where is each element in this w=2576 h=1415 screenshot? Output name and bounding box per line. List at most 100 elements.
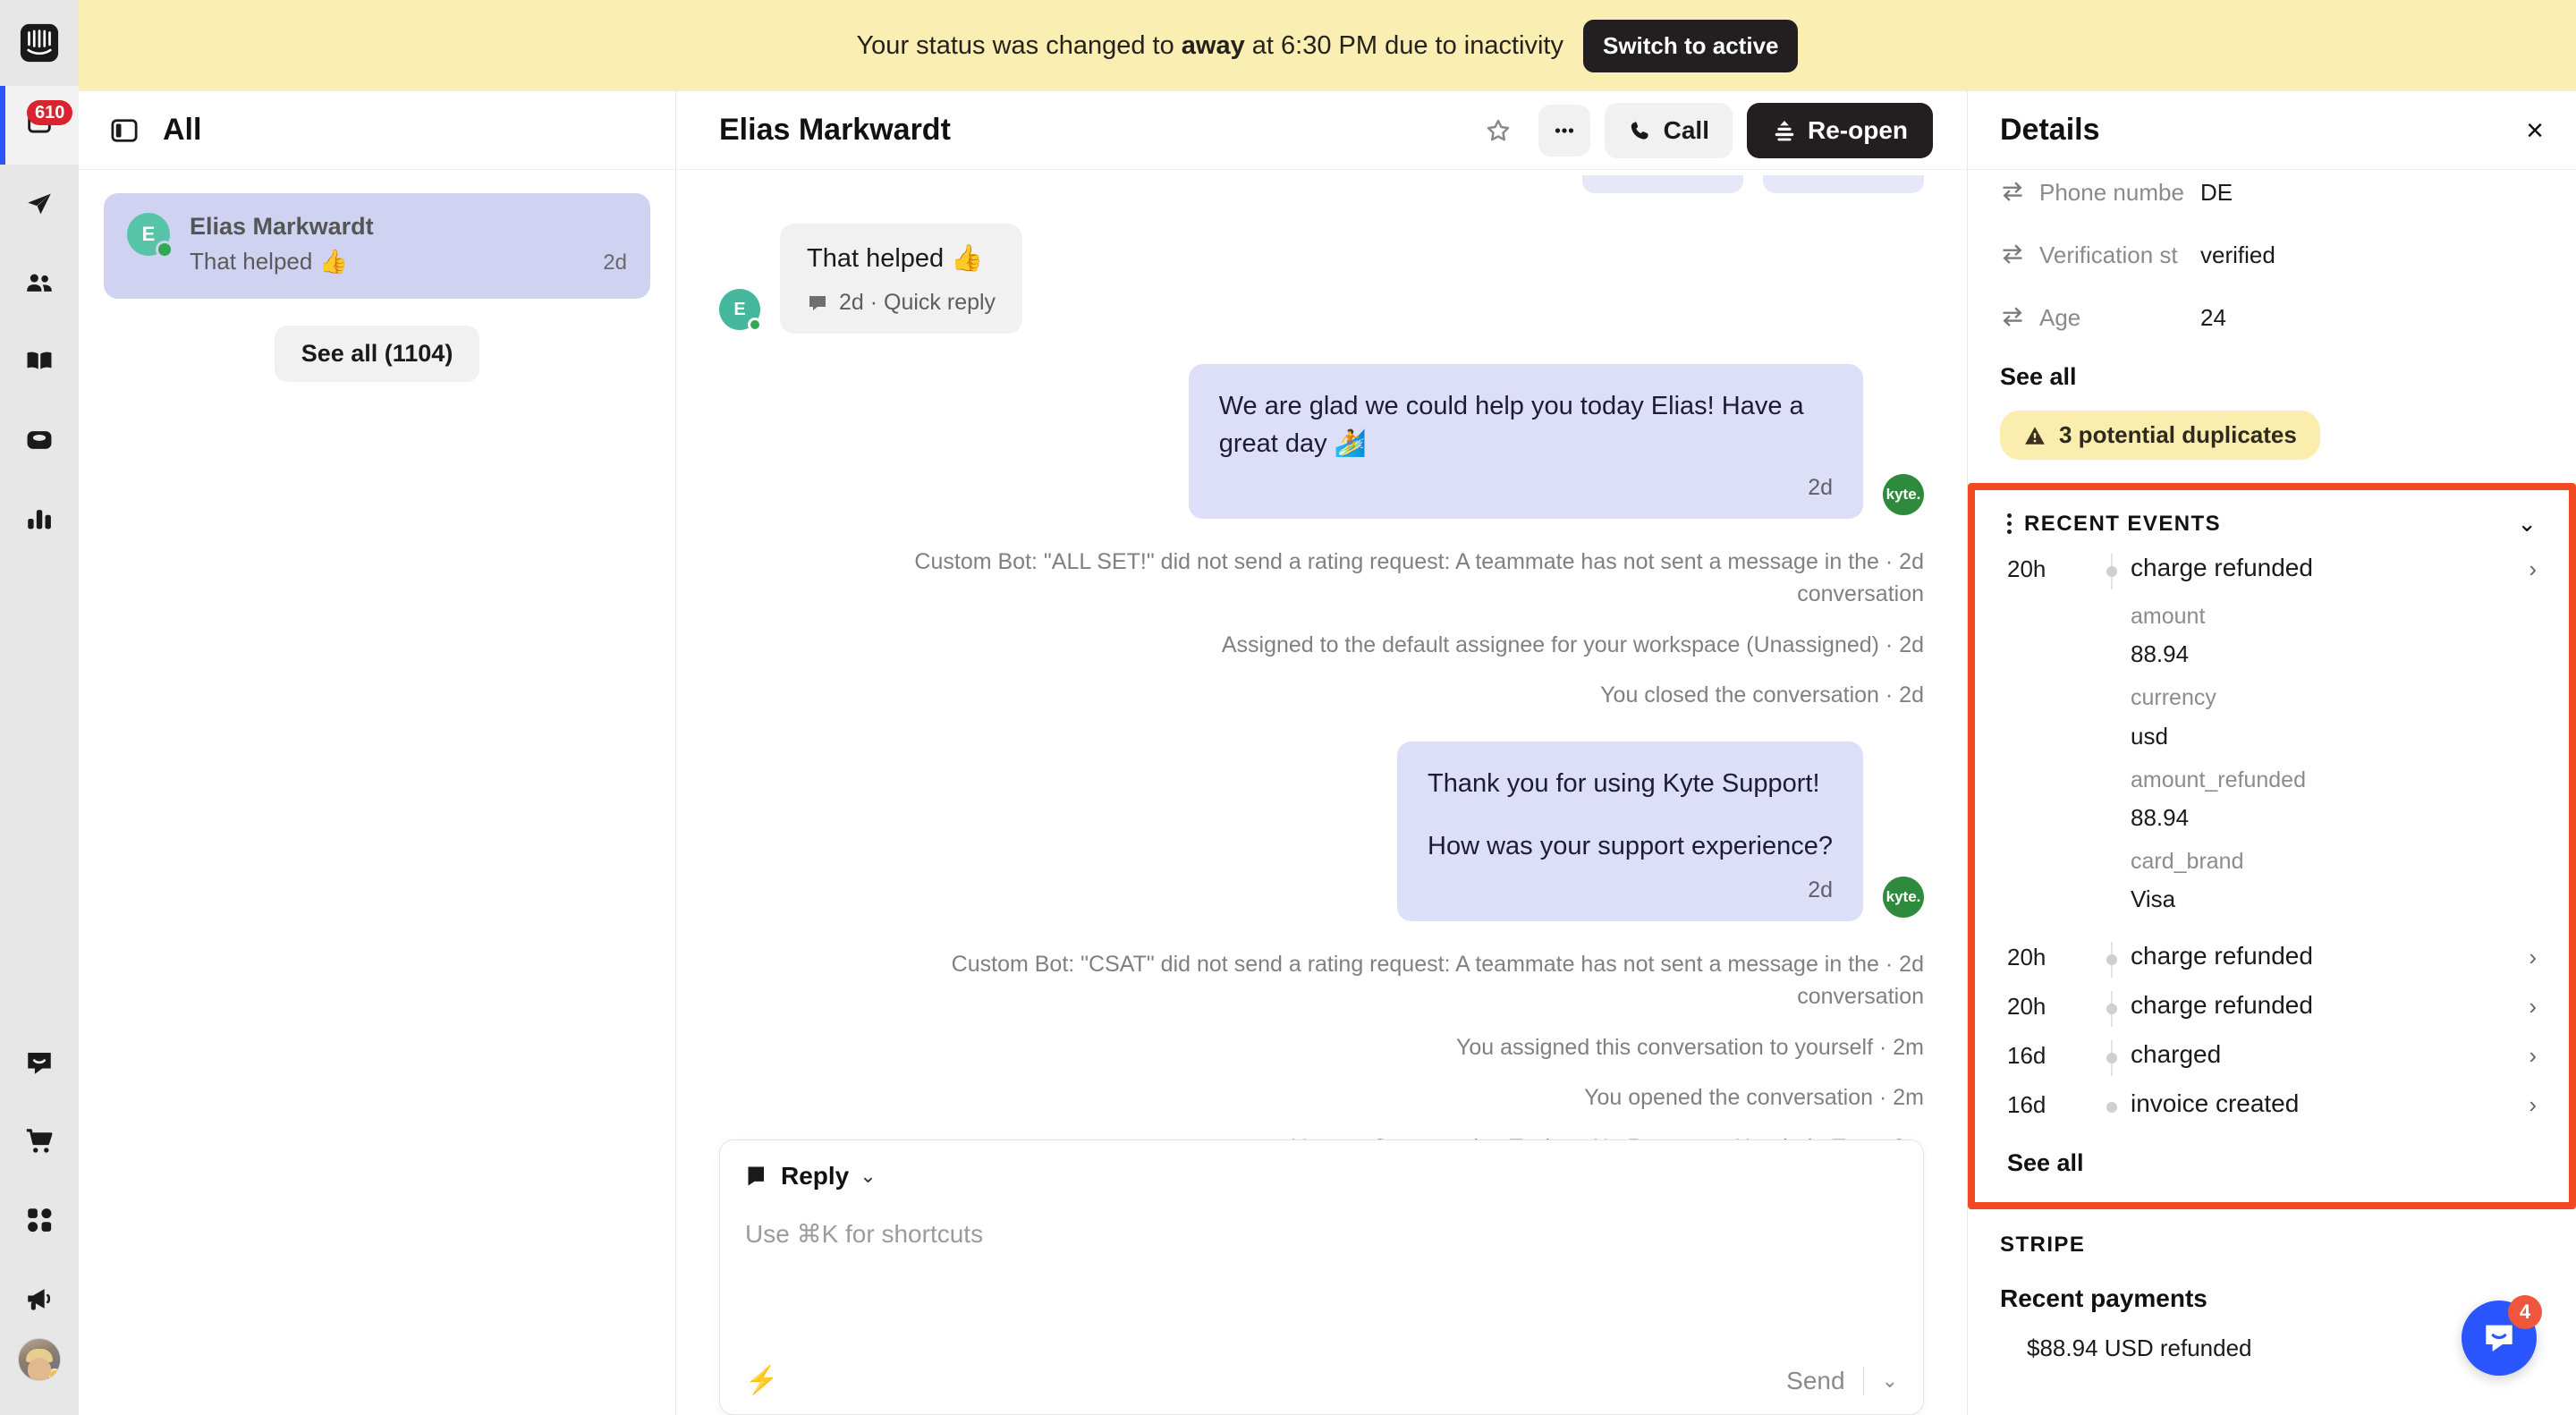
property-key: currency bbox=[2131, 685, 2216, 711]
more-horizontal-icon[interactable] bbox=[1538, 104, 1590, 157]
event-dot bbox=[2106, 1102, 2117, 1113]
sidebar-item-news[interactable] bbox=[0, 1259, 79, 1338]
system-event: Custom Bot: "CSAT" did not send a rating… bbox=[951, 952, 1924, 978]
star-icon[interactable] bbox=[1472, 105, 1524, 157]
main-column: Your status was changed to away at 6:30 … bbox=[79, 0, 2576, 1415]
reopen-button[interactable]: Re-open bbox=[1747, 102, 1933, 158]
status-banner-text: Your status was changed to away at 6:30 … bbox=[857, 31, 1563, 61]
avatar[interactable] bbox=[18, 1338, 61, 1381]
event-rail bbox=[2093, 991, 2131, 1027]
message-text: Thank you for using Kyte Support! bbox=[1428, 769, 1820, 799]
message-bubble: We are glad we could help you today Elia… bbox=[1188, 364, 1863, 520]
property-value: Visa bbox=[2131, 885, 2176, 912]
send-button[interactable]: Send bbox=[1786, 1367, 1844, 1395]
status-badge[interactable]: 3 potential duplicates bbox=[2000, 411, 2320, 460]
reply-input[interactable]: Use ⌘K for shortcuts bbox=[745, 1219, 1898, 1365]
switch-to-active-button[interactable]: Switch to active bbox=[1582, 19, 1799, 72]
recent-events-title: RECENT EVENTS bbox=[2024, 511, 2222, 536]
list-item[interactable]: 20h charge refunded › bbox=[2007, 942, 2537, 979]
conversation-list-title: All bbox=[163, 113, 202, 147]
sidebar-item-reports[interactable] bbox=[0, 479, 79, 558]
send-icon bbox=[28, 193, 51, 215]
presence-dot bbox=[48, 1368, 60, 1380]
chevron-right-icon[interactable]: › bbox=[2529, 1089, 2537, 1119]
property-key: amount_refunded bbox=[2131, 767, 2306, 792]
presence-dot bbox=[748, 318, 762, 332]
system-event: You opened the conversation · 2m bbox=[1584, 1084, 1924, 1110]
sidebar-item-outbound[interactable] bbox=[0, 165, 79, 243]
close-icon[interactable]: × bbox=[2526, 115, 2544, 146]
messenger-launcher-button[interactable]: 4 bbox=[2462, 1295, 2542, 1376]
list-item[interactable]: E Elias Markwardt That helped 👍 2d bbox=[104, 193, 650, 299]
drag-handle-icon[interactable] bbox=[2007, 513, 2012, 534]
contact-name: Elias Markwardt bbox=[190, 213, 374, 240]
app-root: 610 Your status was changed to away at 6… bbox=[0, 0, 2576, 1415]
send-options-chevron-icon[interactable]: ⌄ bbox=[1882, 1369, 1898, 1393]
panel-toggle-icon[interactable] bbox=[109, 115, 140, 146]
event-dot bbox=[2106, 1053, 2117, 1063]
recent-events-header: RECENT EVENTS ⌄ bbox=[2007, 510, 2537, 538]
list-item[interactable]: 20h charge refunded › amount 88.94 curre… bbox=[2007, 554, 2537, 929]
workspace: All E Elias Markwardt That helped 👍 2d S… bbox=[79, 91, 2576, 1415]
message-list[interactable]: E That helped 👍 2d · Quick reply We are … bbox=[676, 170, 1967, 1140]
chevron-right-icon[interactable]: › bbox=[2529, 554, 2537, 583]
event-rail bbox=[2093, 1040, 2131, 1076]
event-rail bbox=[2093, 942, 2131, 978]
system-event: Custom Bot: "ALL SET!" did not send a ra… bbox=[914, 549, 1924, 575]
event-dot bbox=[2106, 566, 2117, 577]
chevron-right-icon[interactable]: › bbox=[2529, 991, 2537, 1021]
sidebar-item-data[interactable] bbox=[0, 401, 79, 479]
chevron-down-icon[interactable]: ⌄ bbox=[2517, 510, 2537, 538]
system-event-cont: conversation bbox=[1797, 581, 1924, 607]
system-event: You set Conversation Topic to No Respons… bbox=[719, 1131, 1924, 1140]
see-all-wrapper: See all (1104) bbox=[104, 326, 650, 382]
inbox-unread-badge: 610 bbox=[27, 100, 73, 125]
event-dot bbox=[2106, 954, 2117, 965]
list-item[interactable]: 20h charge refunded › bbox=[2007, 991, 2537, 1028]
status-banner: Your status was changed to away at 6:30 … bbox=[79, 0, 2576, 91]
sidebar-item-apps[interactable] bbox=[0, 1181, 79, 1259]
event-body: invoice created › bbox=[2131, 1089, 2537, 1126]
chevron-right-icon[interactable]: › bbox=[2529, 1040, 2537, 1070]
attribute-icon bbox=[2000, 241, 2039, 270]
sidebar-item-contacts[interactable] bbox=[0, 243, 79, 322]
attribute-row[interactable]: Verification st verified bbox=[2000, 224, 2544, 286]
event-time: 16d bbox=[2007, 1042, 2046, 1069]
messenger-icon bbox=[2486, 1325, 2512, 1352]
message-bubble: Thank you for using Kyte Support! How wa… bbox=[1397, 741, 1863, 922]
attribute-row[interactable]: Age 24 bbox=[2000, 286, 2544, 349]
message-meta: 2d · Quick reply bbox=[807, 290, 996, 316]
attribute-row[interactable]: Phone numbe DE bbox=[2000, 170, 2544, 224]
see-all-conversations-button[interactable]: See all (1104) bbox=[274, 326, 480, 382]
event-time: 20h bbox=[2007, 993, 2046, 1020]
sidebar-item-commerce[interactable] bbox=[0, 1102, 79, 1181]
sidebar-item-help-center[interactable] bbox=[0, 322, 79, 401]
divider bbox=[1862, 1366, 1864, 1395]
conversation-list-body: E Elias Markwardt That helped 👍 2d See a… bbox=[79, 170, 675, 405]
reply-icon bbox=[748, 1166, 764, 1186]
reply-composer[interactable]: Reply ⌄ Use ⌘K for shortcuts ⚡ Send ⌄ bbox=[719, 1140, 1924, 1415]
see-all-events-link[interactable]: See all bbox=[2007, 1149, 2537, 1177]
page-title: Elias Markwardt bbox=[719, 113, 951, 147]
event-name-row: charge refunded › bbox=[2131, 991, 2537, 1021]
list-item[interactable]: 16d invoice created › bbox=[2007, 1089, 2537, 1126]
cart-icon bbox=[26, 1129, 53, 1153]
bar-chart-icon bbox=[28, 510, 51, 530]
composer-send-group: Send ⌄ bbox=[1786, 1366, 1898, 1395]
sidebar-item-inbox[interactable]: 610 bbox=[0, 86, 79, 165]
chevron-right-icon[interactable]: › bbox=[2529, 942, 2537, 971]
details-header: Details × bbox=[1968, 91, 2576, 170]
composer-wrapper: Reply ⌄ Use ⌘K for shortcuts ⚡ Send ⌄ bbox=[676, 1140, 1967, 1415]
timestamp: 2d bbox=[1808, 877, 1833, 903]
see-all-attributes-link[interactable]: See all bbox=[1968, 349, 2576, 391]
intercom-logo-icon[interactable] bbox=[0, 0, 79, 86]
list-item[interactable]: 16d charged › bbox=[2007, 1040, 2537, 1077]
sidebar-item-messenger[interactable] bbox=[0, 1023, 79, 1102]
lightning-icon[interactable]: ⚡ bbox=[745, 1365, 778, 1396]
attribute-value: verified bbox=[2200, 241, 2275, 268]
list-item-meta: That helped 👍 2d bbox=[190, 248, 627, 275]
composer-mode-selector[interactable]: Reply ⌄ bbox=[745, 1162, 1898, 1190]
people-icon bbox=[27, 274, 52, 292]
attribute-key: Verification st bbox=[2039, 241, 2178, 268]
call-button[interactable]: Call bbox=[1604, 102, 1733, 158]
